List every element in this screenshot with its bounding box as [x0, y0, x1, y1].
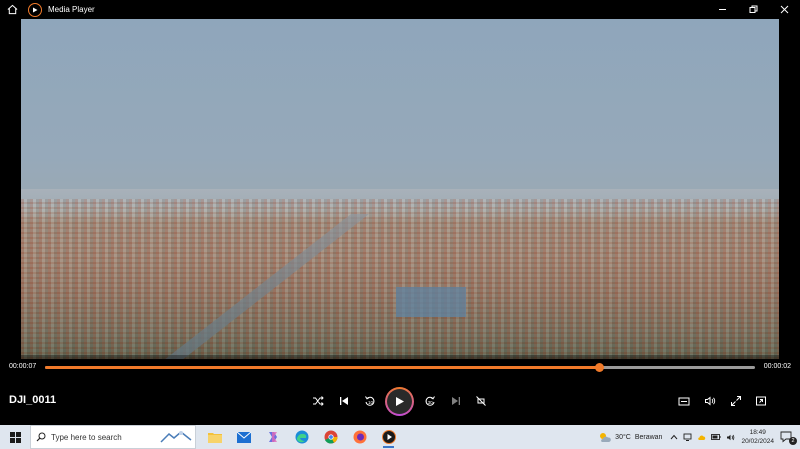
- file-explorer-icon[interactable]: [200, 425, 229, 449]
- media-player-logo-icon: [28, 2, 42, 17]
- more-options-icon[interactable]: [752, 392, 770, 410]
- search-placeholder: Type here to search: [51, 432, 122, 442]
- previous-icon[interactable]: [335, 392, 353, 410]
- minimize-icon[interactable]: [707, 0, 738, 19]
- miniplayer-icon[interactable]: [675, 392, 693, 410]
- copilot-icon[interactable]: [258, 425, 287, 449]
- remaining-time: 00:00:02: [763, 363, 791, 370]
- fullscreen-icon[interactable]: [727, 392, 745, 410]
- volume-tray-icon[interactable]: [726, 433, 735, 442]
- file-name: DJI_0011: [9, 394, 57, 406]
- chrome-icon[interactable]: [316, 425, 345, 449]
- volume-icon[interactable]: [701, 392, 719, 410]
- next-icon[interactable]: [447, 392, 465, 410]
- tray-icons: [670, 433, 735, 442]
- chevron-up-icon[interactable]: [670, 434, 678, 440]
- system-tray: 30°C Berawan 18:49 20/02/2024 2: [598, 425, 800, 449]
- taskbar-search-box[interactable]: Type here to search: [30, 425, 196, 449]
- search-highlight-art: [160, 431, 192, 443]
- taskbar-clock[interactable]: 18:49 20/02/2024: [741, 428, 774, 446]
- clock-time: 18:49: [749, 429, 766, 436]
- forward-30-icon[interactable]: 30: [421, 392, 439, 410]
- seek-thumb[interactable]: [594, 363, 604, 372]
- home-icon[interactable]: [0, 0, 24, 19]
- rewind-10-icon[interactable]: 10: [361, 392, 379, 410]
- weather-cloudy-icon: [600, 432, 611, 442]
- media-player-icon[interactable]: [374, 425, 403, 449]
- seek-progress: [45, 366, 599, 369]
- cityscape: [21, 199, 779, 359]
- battery-icon[interactable]: [711, 433, 721, 441]
- notification-center-icon[interactable]: 2: [780, 431, 797, 445]
- elapsed-time: 00:00:07: [9, 363, 37, 370]
- mail-icon[interactable]: [229, 425, 258, 449]
- search-icon: [31, 432, 51, 442]
- window-controls: [707, 0, 800, 19]
- restore-icon[interactable]: [738, 0, 769, 19]
- cloud-icon[interactable]: [697, 433, 706, 442]
- title-bar: Media Player: [0, 0, 800, 19]
- shuffle-icon[interactable]: [309, 392, 327, 410]
- play-icon: [387, 389, 412, 414]
- play-button[interactable]: [385, 387, 414, 416]
- windows-start-icon[interactable]: [0, 425, 30, 449]
- clock-date: 20/02/2024: [741, 438, 774, 445]
- taskbar: Type here to search 30°C Berawan 18:49 2…: [0, 425, 800, 449]
- video-frame[interactable]: [21, 19, 779, 359]
- repeat-off-icon[interactable]: [472, 392, 490, 410]
- weather-widget[interactable]: 30°C Berawan: [598, 432, 662, 443]
- window-title: Media Player: [48, 5, 95, 14]
- firefox-icon[interactable]: [345, 425, 374, 449]
- weather-text: Berawan: [634, 433, 663, 441]
- notification-count-badge: 2: [789, 437, 797, 445]
- seek-bar[interactable]: [45, 363, 755, 372]
- edge-icon[interactable]: [287, 425, 316, 449]
- rewind-label: 10: [368, 400, 374, 405]
- network-icon[interactable]: [683, 433, 692, 442]
- close-icon[interactable]: [769, 0, 800, 19]
- media-player-window: Media Player 00:00:07 00:00:02 DJI_0011: [0, 0, 800, 425]
- weather-temp: 30°C: [615, 433, 631, 441]
- forward-label: 30: [428, 400, 434, 405]
- pool: [396, 287, 466, 317]
